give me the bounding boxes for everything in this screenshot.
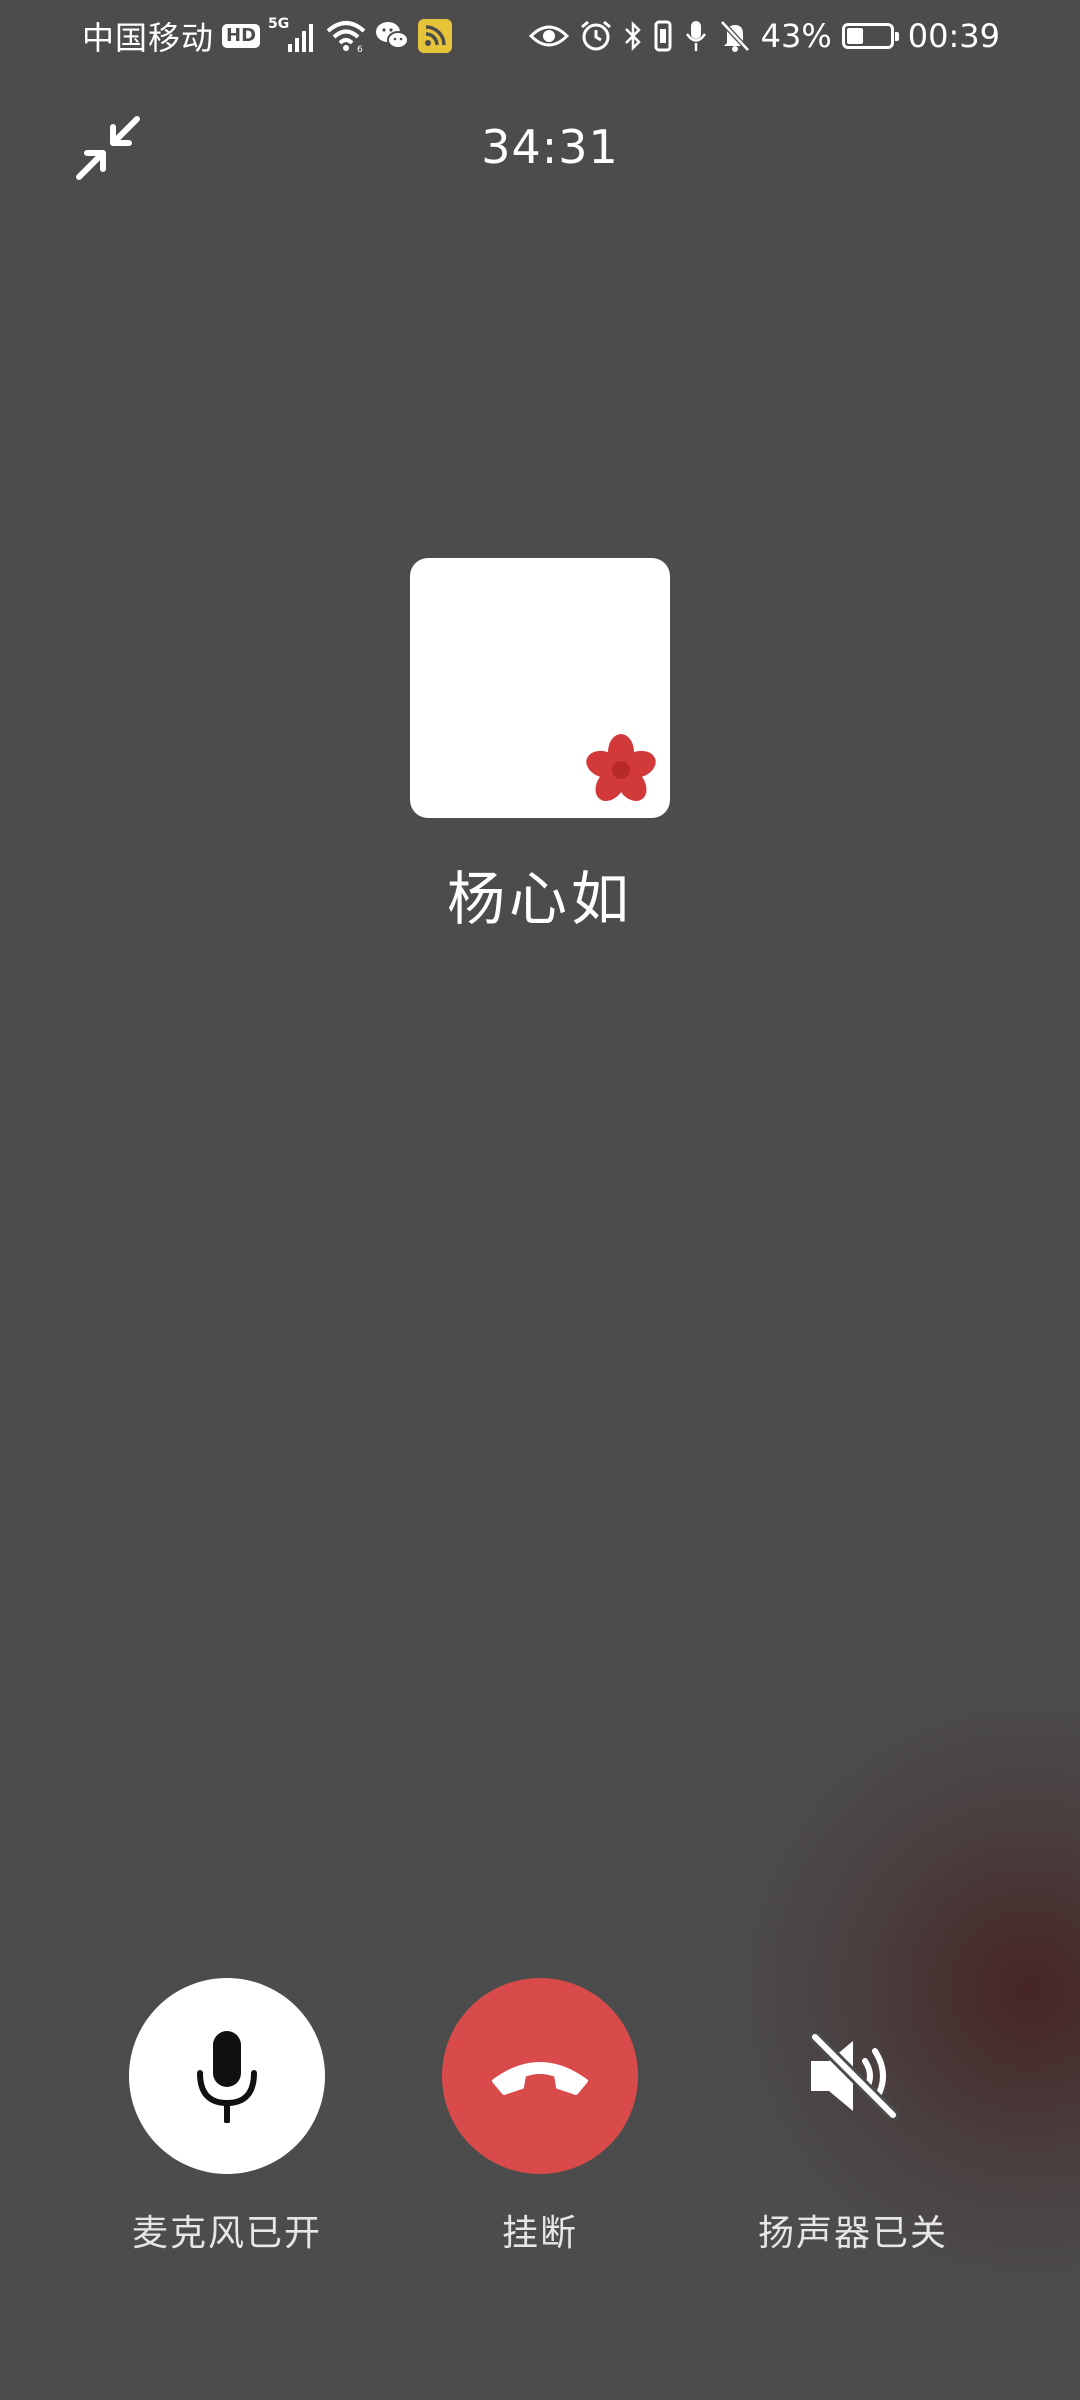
status-bar-left: 中国移动 HD 5G 6 (82, 12, 453, 60)
alarm-icon (579, 19, 613, 53)
signal-icon: 5G (268, 16, 318, 56)
svg-text:6: 6 (357, 45, 363, 53)
status-bar-right: 43% 00:39 (528, 12, 1000, 60)
speaker-label: 扬声器已关 (757, 2213, 948, 2254)
red-flower-icon (586, 734, 656, 802)
hangup-label: 挂断 (501, 2213, 578, 2254)
battery-fill (846, 28, 863, 44)
carrier-name: 中国移动 (82, 19, 215, 57)
eye-icon (528, 22, 569, 50)
microphone-control: 麦克风已开 (77, 1978, 377, 2256)
call-timer: 34:31 (481, 120, 619, 174)
bell-muted-icon (719, 19, 751, 53)
hd-icon: HD (222, 24, 261, 48)
wechat-icon (374, 20, 410, 52)
contact-name: 杨心如 (446, 865, 633, 933)
speaker-button[interactable] (755, 1978, 951, 2174)
battery-percent: 43% (760, 17, 832, 55)
vibrate-icon (653, 19, 673, 53)
status-clock: 00:39 (907, 17, 1000, 55)
battery-icon (841, 23, 899, 49)
hangup-control: 挂断 (390, 1978, 690, 2256)
wifi-icon: 6 (326, 19, 366, 53)
speaker-muted-icon (809, 2033, 899, 2119)
bluetooth-icon (623, 19, 643, 53)
hangup-button[interactable] (442, 1978, 638, 2174)
avatar (410, 558, 670, 818)
microphone-icon (197, 2031, 257, 2123)
microphone-icon (683, 19, 709, 53)
speaker-control: 扬声器已关 (703, 1978, 1003, 2256)
rss-icon (418, 19, 453, 53)
voice-call-screen: 中国移动 HD 5G 6 43% 00:39 34:31 杨心如 麦克风已开 挂… (0, 0, 1080, 2400)
microphone-button[interactable] (129, 1978, 325, 2174)
hang-up-icon (492, 2062, 588, 2095)
status-bar: 中国移动 HD 5G 6 43% 00:39 (0, 0, 1080, 72)
microphone-label: 麦克风已开 (131, 2213, 322, 2254)
